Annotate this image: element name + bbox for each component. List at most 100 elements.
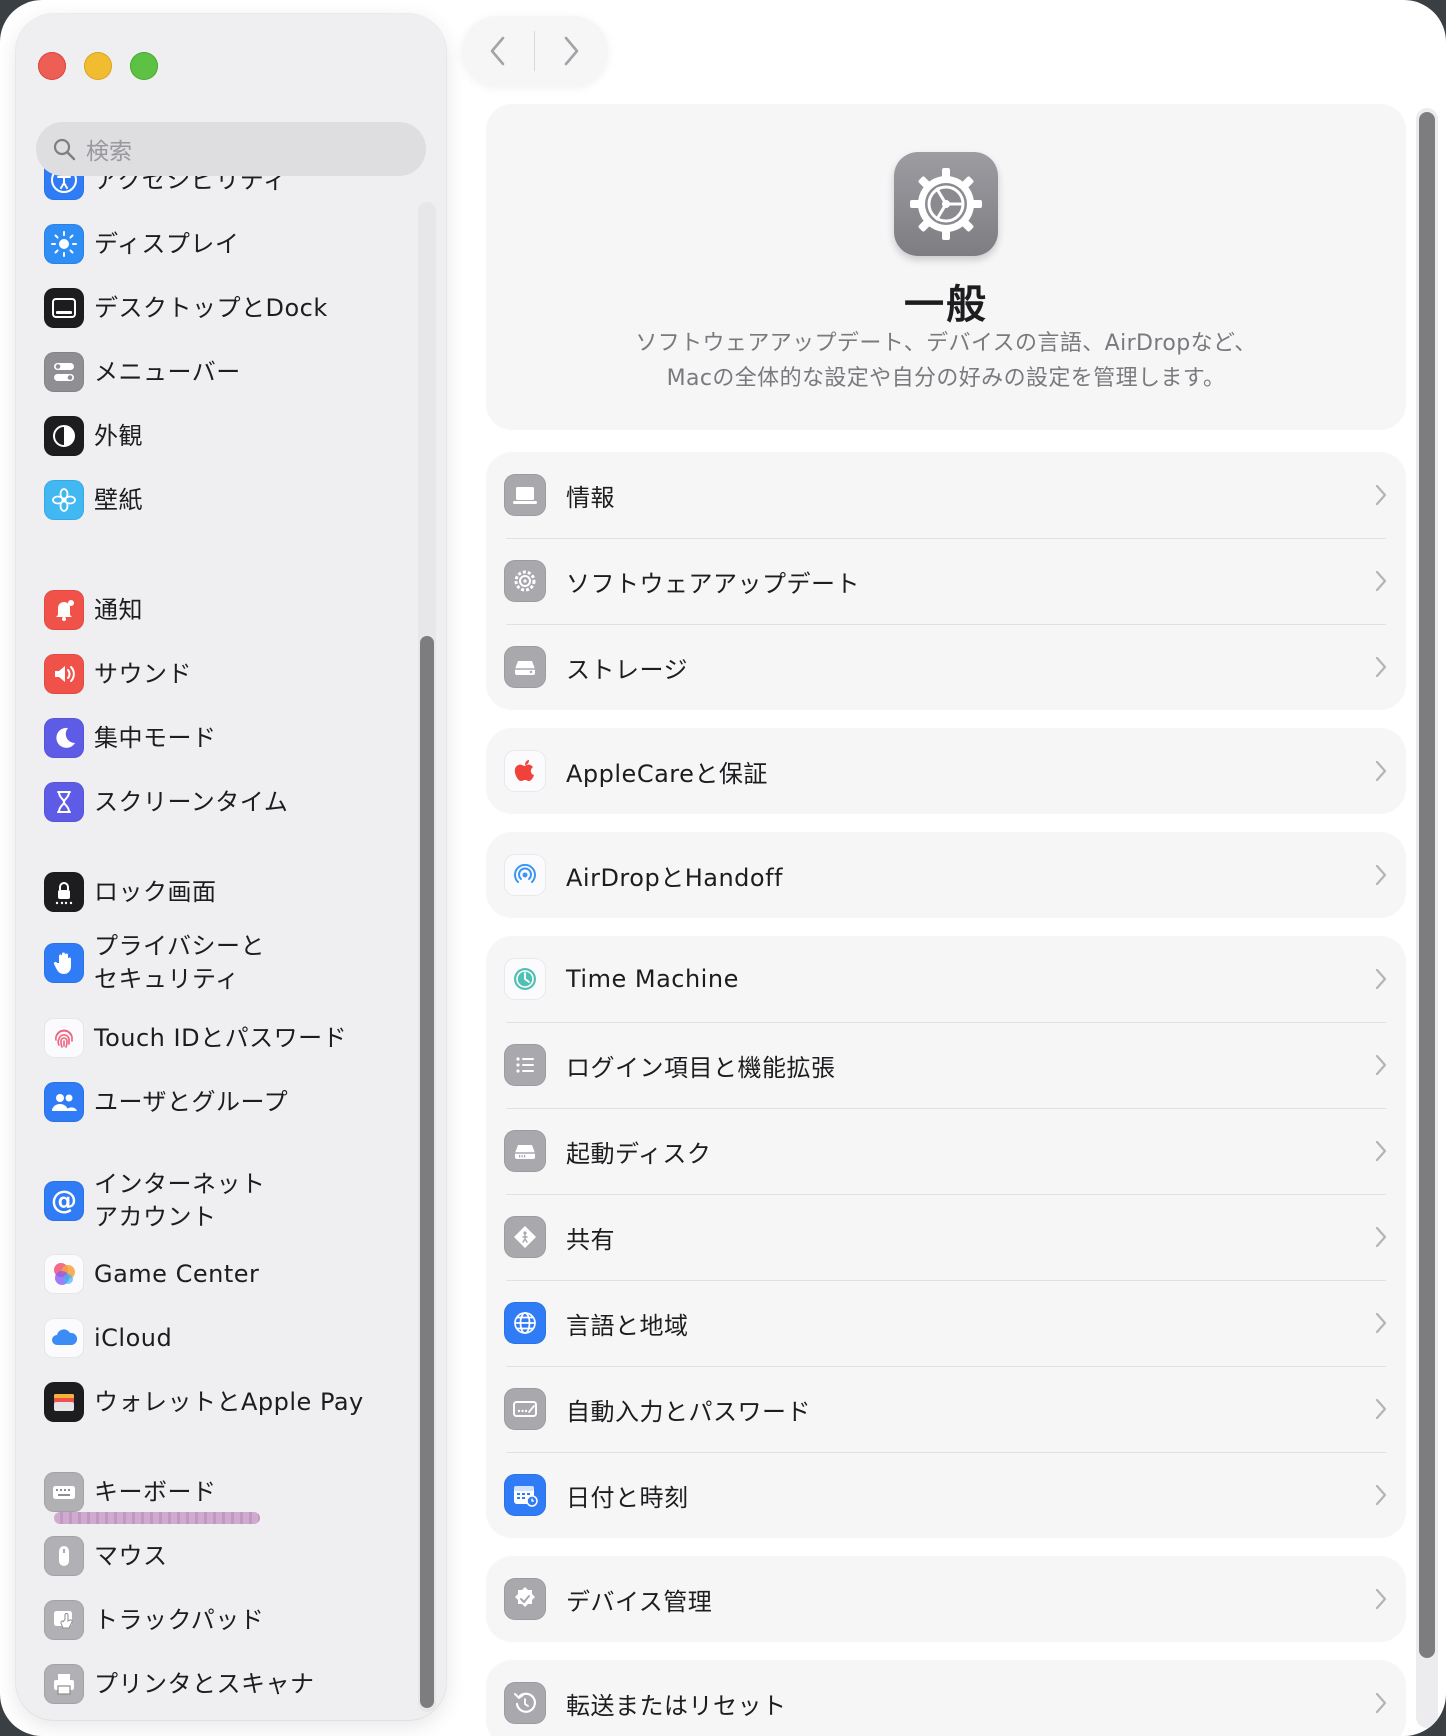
users-groups-icon: [44, 1082, 84, 1122]
sharing-icon: [504, 1216, 546, 1258]
sidebar-item-sound[interactable]: サウンド: [44, 652, 404, 696]
row-startup-disk[interactable]: 起動ディスク: [486, 1108, 1406, 1194]
row-label: AirDropとHandoff: [566, 863, 783, 892]
row-about[interactable]: 情報: [486, 452, 1406, 538]
sidebar-item-label: デスクトップとDock: [94, 293, 328, 322]
sidebar-item-icloud[interactable]: iCloud: [44, 1316, 404, 1360]
row-airdrop-handoff[interactable]: AirDropとHandoff: [486, 832, 1406, 918]
sidebar-item-label: 壁紙: [94, 485, 143, 514]
general-header: 一般 ソフトウェアアップデート、デバイスの言語、AirDropなど、 Macの全…: [486, 104, 1406, 430]
row-device-management[interactable]: デバイス管理: [486, 1556, 1406, 1642]
gear-icon: [894, 152, 998, 256]
row-label: 転送またはリセット: [566, 1691, 787, 1720]
sidebar-item-wallpaper[interactable]: 壁紙: [44, 478, 404, 522]
row-login-items[interactable]: ログイン項目と機能拡張: [486, 1022, 1406, 1108]
row-software-update[interactable]: ソフトウェアアップデート: [486, 538, 1406, 624]
chevron-right-icon: [1375, 1692, 1387, 1714]
chevron-right-icon: [1375, 656, 1387, 678]
chevron-right-icon: [1375, 864, 1387, 886]
row-label: 自動入力とパスワード: [566, 1397, 811, 1426]
autofill-icon: [504, 1388, 546, 1430]
row-autofill-passwords[interactable]: 自動入力とパスワード: [486, 1366, 1406, 1452]
lock-screen-icon: [44, 872, 84, 912]
settings-window: 検索 アクセシビリティ ディスプレイ デスクトップとDock メニューバー 外観…: [0, 0, 1446, 1736]
sidebar-item-trackpad[interactable]: トラックパッド: [44, 1598, 404, 1642]
device-management-icon: [504, 1578, 546, 1620]
sidebar-item-focus[interactable]: 集中モード: [44, 716, 404, 760]
row-label: 情報: [566, 483, 615, 512]
chevron-right-icon: [1375, 1484, 1387, 1506]
search-icon: [53, 138, 76, 161]
startup-disk-icon: [504, 1130, 546, 1172]
sidebar-item-desktop-dock[interactable]: デスクトップとDock: [44, 286, 404, 330]
sidebar-item-label: ロック画面: [94, 877, 217, 906]
focus-icon: [44, 718, 84, 758]
sidebar-item-printers[interactable]: プリンタとスキャナ: [44, 1662, 404, 1706]
internet-accounts-icon: @: [44, 1181, 84, 1221]
row-label: Time Machine: [566, 965, 739, 993]
globe-icon: [504, 1302, 546, 1344]
page-title: 一般: [904, 282, 988, 328]
sidebar-item-internet-accounts[interactable]: @ インターネット アカウント: [44, 1168, 404, 1234]
keyboard-icon: [44, 1472, 84, 1512]
row-transfer-reset[interactable]: 転送またはリセット: [486, 1660, 1406, 1736]
chevron-right-icon: [1375, 760, 1387, 782]
sidebar-item-label: プライバシーと セキュリティ: [94, 932, 266, 993]
settings-group-about: 情報 ソフトウェアアップデート ストレージ: [486, 452, 1406, 710]
row-sharing[interactable]: 共有: [486, 1194, 1406, 1280]
chevron-right-icon: [1375, 968, 1387, 990]
sidebar-item-label: ウォレットとApple Pay: [94, 1387, 364, 1416]
row-label: AppleCareと保証: [566, 759, 768, 788]
page-description: ソフトウェアアップデート、デバイスの言語、AirDropなど、 Macの全体的な…: [635, 331, 1257, 391]
sidebar-item-label: Game Center: [94, 1259, 260, 1288]
settings-group-device-management: デバイス管理: [486, 1556, 1406, 1642]
software-update-icon: [504, 560, 546, 602]
search-input[interactable]: 検索: [36, 122, 426, 176]
sidebar-item-screen-time[interactable]: スクリーンタイム: [44, 780, 404, 824]
sidebar-item-label: トラックパッド: [94, 1605, 265, 1634]
sidebar-item-menubar[interactable]: メニューバー: [44, 350, 404, 394]
row-applecare[interactable]: AppleCareと保証: [486, 728, 1406, 814]
sound-icon: [44, 654, 84, 694]
row-time-machine[interactable]: Time Machine: [486, 936, 1406, 1022]
sidebar-list: アクセシビリティ ディスプレイ デスクトップとDock メニューバー 外観 壁紙…: [16, 14, 416, 1720]
sidebar-item-wallet[interactable]: ウォレットとApple Pay: [44, 1380, 404, 1424]
sidebar-item-lock-screen[interactable]: ロック画面: [44, 870, 404, 914]
wallet-icon: [44, 1382, 84, 1422]
chevron-right-icon: [1375, 1054, 1387, 1076]
sidebar-item-label: iCloud: [94, 1323, 173, 1352]
row-label: 言語と地域: [566, 1311, 689, 1340]
time-machine-icon: [504, 958, 546, 1000]
search-placeholder: 検索: [86, 139, 132, 165]
row-date-time[interactable]: 日付と時刻: [486, 1452, 1406, 1538]
sidebar-item-label: マウス: [94, 1541, 168, 1570]
sidebar-item-label: 外観: [94, 421, 143, 450]
row-storage[interactable]: ストレージ: [486, 624, 1406, 710]
storage-icon: [504, 646, 546, 688]
sidebar-item-game-center[interactable]: Game Center: [44, 1252, 404, 1296]
sidebar-item-privacy-security[interactable]: プライバシーと セキュリティ: [44, 930, 404, 996]
chevron-right-icon: [1375, 1226, 1387, 1248]
sidebar-item-users-groups[interactable]: ユーザとグループ: [44, 1080, 404, 1124]
chevron-right-icon: [1375, 1398, 1387, 1420]
sidebar-item-keyboard[interactable]: キーボード: [44, 1470, 404, 1514]
sidebar-item-notifications[interactable]: 通知: [44, 588, 404, 632]
content-scrollbar-thumb[interactable]: [1419, 112, 1435, 1658]
annotation-scribble: [54, 1512, 260, 1524]
chevron-right-icon: [1375, 570, 1387, 592]
row-language-region[interactable]: 言語と地域: [486, 1280, 1406, 1366]
menubar-icon: [44, 352, 84, 392]
screen-time-icon: [44, 782, 84, 822]
sidebar-scrollbar-thumb[interactable]: [420, 636, 434, 1708]
printer-icon: [44, 1664, 84, 1704]
sidebar-item-display[interactable]: ディスプレイ: [44, 222, 404, 266]
sidebar-item-label: Touch IDとパスワード: [94, 1023, 348, 1052]
sidebar-item-appearance[interactable]: 外観: [44, 414, 404, 458]
sidebar-item-mouse[interactable]: マウス: [44, 1534, 404, 1578]
sidebar-item-label: 通知: [94, 595, 143, 624]
row-label: 共有: [566, 1225, 615, 1254]
sidebar-item-touch-id[interactable]: Touch IDとパスワード: [44, 1016, 404, 1060]
row-label: 日付と時刻: [566, 1483, 689, 1512]
reset-icon: [504, 1682, 546, 1724]
apple-icon: [504, 750, 546, 792]
